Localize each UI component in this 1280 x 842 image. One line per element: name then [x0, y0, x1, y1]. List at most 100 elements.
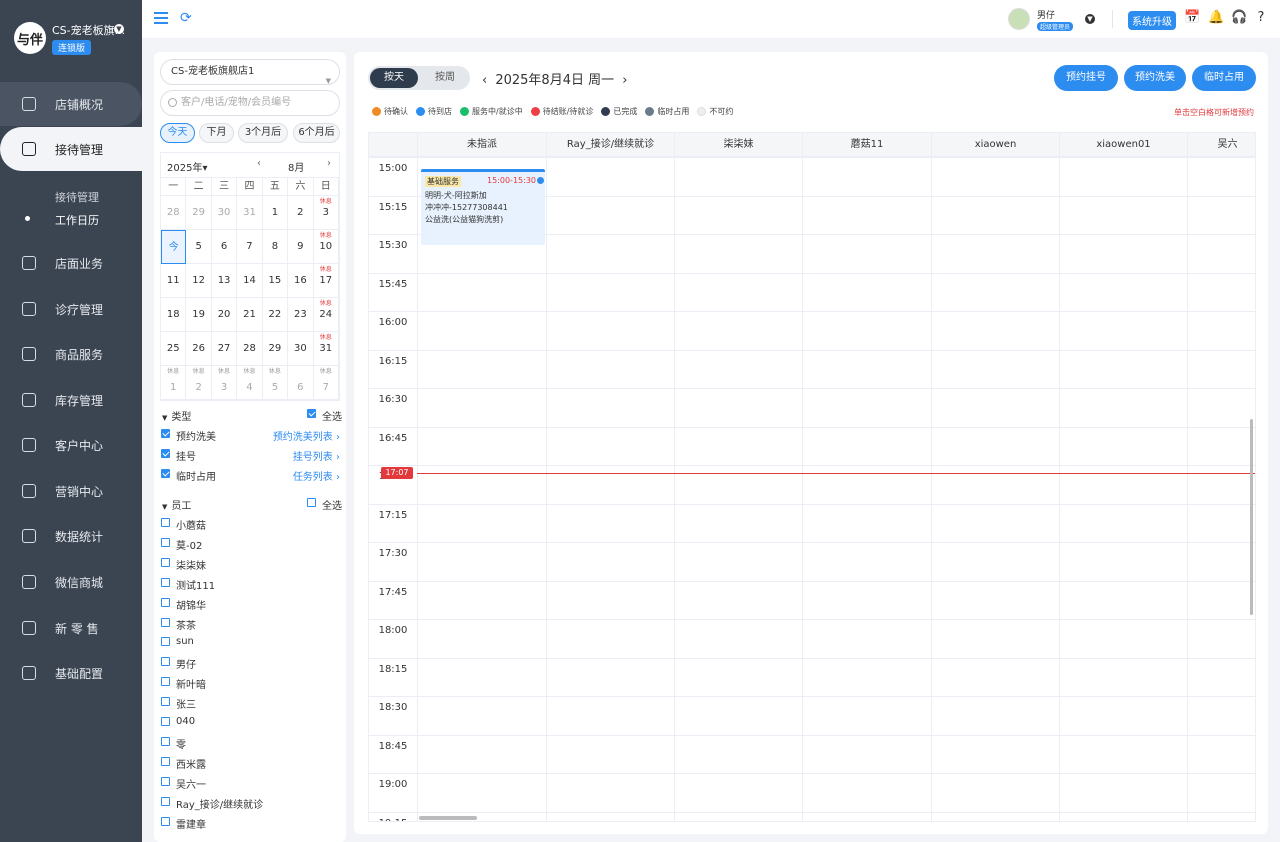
calendar-icon[interactable]: 📅 [1184, 11, 1200, 25]
staff-checkbox[interactable] [161, 736, 170, 746]
sidebar-item-11[interactable]: 新 零 售 [0, 606, 142, 650]
calendar-day[interactable]: 27 [211, 332, 238, 366]
calendar-day[interactable]: 12 [186, 264, 212, 298]
type-list-link[interactable]: 预约洗美列表 › [273, 428, 340, 443]
search-input[interactable]: 客户/电话/宠物/会员编号 [160, 90, 340, 116]
sidebar-item-3[interactable]: 店面业务 [0, 241, 142, 285]
sidebar-item-1[interactable]: 店铺概况 [0, 82, 142, 126]
calendar-day[interactable]: 23 [288, 298, 314, 332]
calendar-day[interactable]: 16 [288, 264, 314, 298]
staff-checkbox[interactable] [161, 776, 170, 786]
sidebar-item-10[interactable]: 微信商城 [0, 560, 142, 604]
staff-select-all-checkbox[interactable] [307, 498, 316, 507]
chevron-left-icon[interactable]: ‹ [482, 73, 487, 88]
calendar-day[interactable]: 13 [211, 264, 238, 298]
chevron-left-icon[interactable]: ‹ [257, 158, 261, 169]
time-slot-row[interactable] [369, 349, 1255, 389]
time-slot-row[interactable] [369, 773, 1255, 812]
staff-checkbox[interactable] [161, 597, 170, 607]
staff-checkbox[interactable] [161, 756, 170, 766]
type-checkbox[interactable] [161, 469, 170, 478]
calendar-day[interactable]: 26 [186, 332, 212, 366]
calendar-day[interactable]: 25 [161, 332, 187, 366]
help-icon[interactable]: ? [1254, 11, 1268, 25]
type-list-link[interactable]: 挂号列表 › [293, 448, 340, 463]
time-slot-row[interactable] [369, 465, 1255, 504]
sidebar-item-8[interactable]: 营销中心 [0, 469, 142, 513]
sidebar-item-2[interactable]: 接待管理 [0, 127, 142, 171]
calendar-day[interactable]: 31 休息 [313, 332, 339, 366]
sidebar-item-4[interactable]: 诊疗管理 [0, 287, 142, 331]
calendar-day[interactable]: 18 [161, 298, 187, 332]
type-section-title[interactable]: ▼ 类型 [162, 408, 191, 423]
calendar-day[interactable]: 8 [262, 230, 289, 264]
quick-range-button[interactable]: 3个月后 [238, 123, 288, 143]
store-select[interactable]: CS-宠老板旗舰店1 ▼ [160, 59, 340, 85]
time-slot-row[interactable] [369, 657, 1255, 697]
time-slot-row[interactable] [369, 272, 1255, 312]
calendar-day[interactable]: 今 [161, 230, 187, 264]
quick-range-button[interactable]: 下月 [199, 123, 234, 143]
sidebar-item-9[interactable]: 数据统计 [0, 514, 142, 558]
staff-checkbox[interactable] [161, 796, 170, 806]
sidebar-item-7[interactable]: 客户中心 [0, 423, 142, 467]
action-button-3[interactable]: 临时占用 [1192, 65, 1256, 91]
type-checkbox[interactable] [161, 429, 170, 438]
staff-checkbox[interactable] [161, 816, 170, 826]
calendar-day[interactable]: 1 休息 [161, 366, 187, 400]
calendar-day[interactable]: 2 休息 [186, 366, 212, 400]
sidebar-item-5[interactable]: 商品服务 [0, 332, 142, 376]
chevron-right-icon[interactable]: › [327, 158, 331, 169]
time-slot-row[interactable] [369, 696, 1255, 735]
appointment-card[interactable]: 基础服务 15:00-15:30 明明-犬-阿拉斯加 冲冲冲-15277308441 公… [421, 169, 545, 245]
view-week-button[interactable]: 按周 [422, 68, 468, 88]
calendar-day[interactable]: 5 [186, 230, 212, 264]
time-slot-row[interactable] [369, 580, 1255, 620]
calendar-day[interactable]: 14 [237, 264, 263, 298]
chevron-down-icon[interactable]: ▼ [1085, 14, 1095, 24]
staff-section-title[interactable]: ▼ 员工 [162, 497, 191, 512]
view-day-button[interactable]: 按天 [370, 68, 418, 88]
menu-icon[interactable] [154, 12, 168, 24]
calendar-day[interactable]: 4 休息 [237, 366, 263, 400]
avatar[interactable] [1008, 8, 1030, 30]
action-button-2[interactable]: 预约洗美 [1124, 65, 1186, 91]
calendar-day[interactable]: 15 [262, 264, 289, 298]
calendar-day[interactable]: 7 [237, 230, 263, 264]
time-slot-row[interactable] [369, 503, 1255, 543]
calendar-day[interactable]: 28 [237, 332, 263, 366]
calendar-day[interactable]: 3 休息 [211, 366, 238, 400]
vertical-scrollbar[interactable] [1250, 419, 1253, 615]
calendar-day[interactable]: 28 [161, 196, 187, 230]
time-slot-row[interactable] [369, 542, 1255, 581]
time-slot-row[interactable] [369, 734, 1255, 774]
calendar-day[interactable]: 29 [186, 196, 212, 230]
calendar-day[interactable]: 9 [288, 230, 314, 264]
calendar-day[interactable]: 10 休息 [313, 230, 339, 264]
calendar-day[interactable]: 22 [262, 298, 289, 332]
calendar-day[interactable]: 1 [262, 196, 289, 230]
calendar-day[interactable]: 3 休息 [313, 196, 339, 230]
type-list-link[interactable]: 任务列表 › [293, 468, 340, 483]
calendar-day[interactable]: 11 [161, 264, 187, 298]
calendar-day[interactable]: 29 [262, 332, 289, 366]
upgrade-button[interactable]: 系统升级 [1128, 11, 1176, 30]
calendar-day[interactable]: 7 休息 [313, 366, 339, 400]
sidebar-item-6[interactable]: 库存管理 [0, 378, 142, 422]
staff-checkbox[interactable] [161, 577, 170, 587]
calendar-day[interactable]: 19 [186, 298, 212, 332]
calendar-day[interactable]: 21 [237, 298, 263, 332]
staff-checkbox[interactable] [161, 537, 170, 547]
calendar-year-select[interactable]: 2025年▾ [167, 159, 207, 174]
staff-checkbox[interactable] [161, 677, 170, 687]
action-button-1[interactable]: 预约挂号 [1054, 65, 1118, 91]
type-select-all-checkbox[interactable] [307, 409, 316, 418]
calendar-day[interactable]: 31 [237, 196, 263, 230]
time-slot-row[interactable] [369, 619, 1255, 658]
time-slot-row[interactable] [369, 811, 1255, 822]
staff-checkbox[interactable] [161, 657, 170, 667]
calendar-day[interactable]: 24 休息 [313, 298, 339, 332]
bell-icon[interactable]: 🔔 [1208, 11, 1224, 25]
staff-checkbox[interactable] [161, 697, 170, 707]
calendar-day[interactable]: 30 [211, 196, 238, 230]
